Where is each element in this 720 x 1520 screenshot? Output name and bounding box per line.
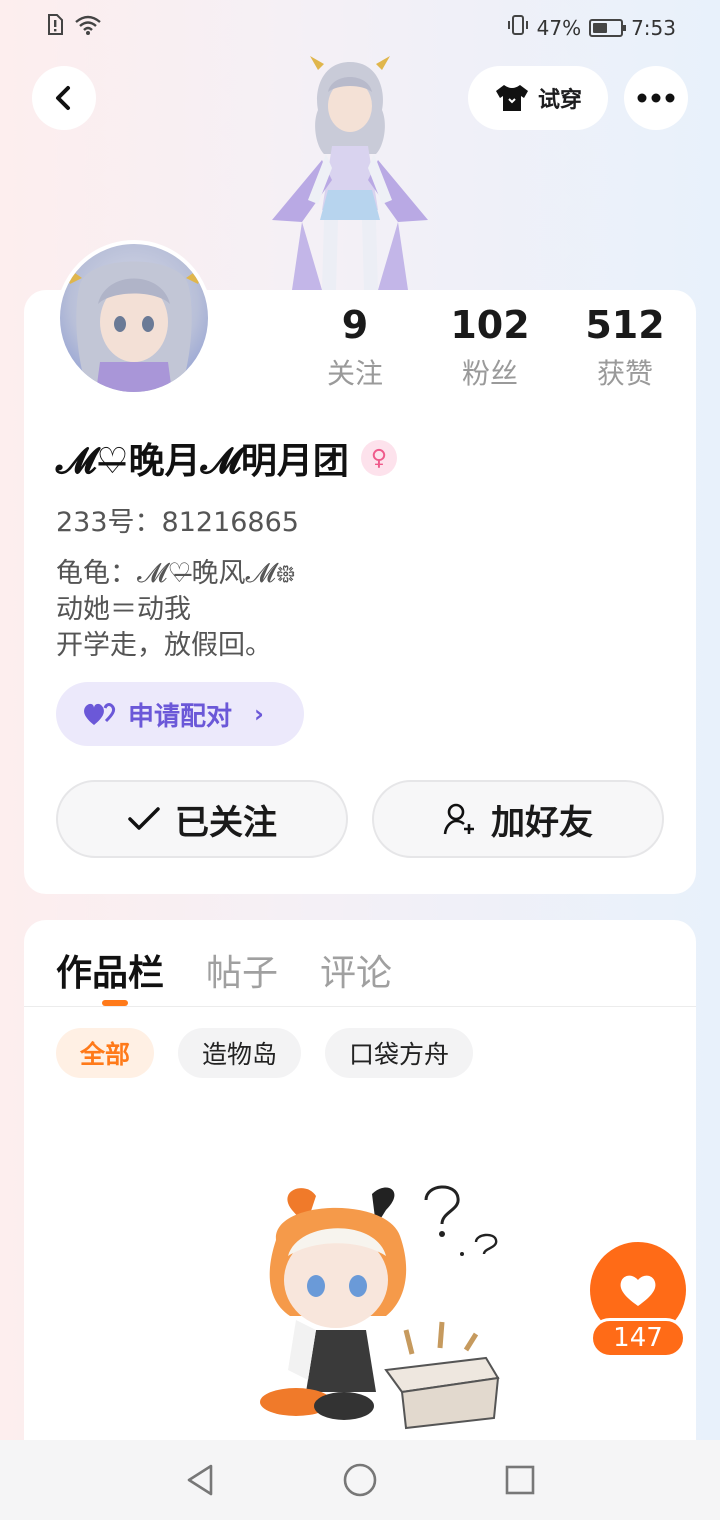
- request-pair-label: 申请配对: [128, 701, 233, 732]
- stat-fans[interactable]: 102 粉丝: [435, 300, 545, 392]
- followed-label: 已关注: [175, 802, 277, 843]
- battery-icon: [589, 18, 627, 37]
- like-floating-button[interactable]: 147: [590, 1242, 686, 1360]
- chip-pocket-ark[interactable]: 口袋方舟: [325, 1028, 474, 1078]
- chevron-left-icon: [56, 86, 70, 110]
- character-figure[interactable]: [262, 50, 438, 290]
- vibrate-icon: [507, 14, 529, 41]
- back-button[interactable]: [32, 66, 96, 130]
- add-friend-label: 加好友: [491, 802, 593, 843]
- status-bar: 47% 7:53: [0, 0, 720, 56]
- add-friend-button[interactable]: 加好友: [372, 780, 664, 858]
- stat-following[interactable]: 9 关注: [300, 300, 410, 392]
- female-icon: ♀: [360, 440, 397, 476]
- nav-home-button[interactable]: [338, 1458, 382, 1502]
- bio: 龟龟：𝓜♡̶晚风𝓜᪥ 动她＝动我 开学走，放假回。: [56, 556, 296, 664]
- tshirt-icon: [495, 85, 528, 111]
- fans-count: 102: [450, 303, 530, 347]
- request-pair-button[interactable]: 申请配对 ›: [56, 682, 304, 746]
- nav-back-button[interactable]: [178, 1458, 222, 1502]
- clock: 7:53: [631, 15, 676, 40]
- checkmark-icon: [128, 807, 160, 830]
- double-heart-icon: [84, 703, 116, 725]
- tab-comments[interactable]: 评论: [320, 944, 392, 996]
- followed-button[interactable]: 已关注: [56, 780, 348, 858]
- bio-line: 龟龟：𝓜♡̶晚风𝓜᪥: [56, 558, 296, 589]
- fans-label: 粉丝: [461, 357, 518, 390]
- sim-alert-icon: [46, 14, 64, 40]
- content-tabs: 作品栏 帖子 评论: [56, 944, 392, 996]
- stat-likes[interactable]: 512 获赞: [570, 300, 680, 392]
- battery-percent: 47%: [536, 15, 582, 40]
- like-count: 147: [590, 1318, 686, 1358]
- add-user-icon: [443, 803, 474, 835]
- tab-works[interactable]: 作品栏: [56, 944, 164, 996]
- user-id[interactable]: 233号：81216865: [56, 500, 299, 539]
- avatar[interactable]: [56, 240, 212, 396]
- system-nav-bar: [0, 1440, 720, 1520]
- filter-chips: 全部 造物岛 口袋方舟: [56, 1028, 474, 1078]
- circle-home-icon: [343, 1463, 377, 1497]
- likes-received-count: 512: [585, 303, 665, 347]
- stats-row: 9 关注 102 粉丝 512 获赞: [300, 300, 680, 392]
- bio-line: 开学走，放假回。: [56, 630, 272, 661]
- nav-recents-button[interactable]: [498, 1458, 542, 1502]
- triangle-back-icon: [187, 1464, 213, 1496]
- empty-state-illustration: [260, 1185, 500, 1430]
- divider: [24, 1006, 696, 1007]
- more-dots-icon: [637, 93, 675, 103]
- nickname: 𝓜♡̶晚月𝓜明月团: [56, 441, 349, 482]
- chip-creation-island[interactable]: 造物岛: [178, 1028, 302, 1078]
- bio-line: 动她＝动我: [56, 594, 191, 625]
- tab-posts[interactable]: 帖子: [206, 944, 278, 996]
- chevron-right-icon: ›: [254, 700, 264, 728]
- nickname-row: 𝓜♡̶晚月𝓜明月团 ♀: [56, 432, 397, 484]
- more-button[interactable]: [624, 66, 688, 130]
- try-on-label: 试穿: [537, 88, 582, 113]
- chip-all[interactable]: 全部: [56, 1028, 155, 1078]
- likes-received-label: 获赞: [596, 357, 653, 390]
- wifi-icon: [74, 14, 102, 40]
- following-count: 9: [341, 303, 369, 347]
- try-on-button[interactable]: 试穿: [468, 66, 608, 130]
- avatar-portrait: [62, 261, 206, 392]
- square-recents-icon: [505, 1465, 535, 1495]
- following-label: 关注: [326, 357, 383, 390]
- heart-icon: [620, 1275, 656, 1306]
